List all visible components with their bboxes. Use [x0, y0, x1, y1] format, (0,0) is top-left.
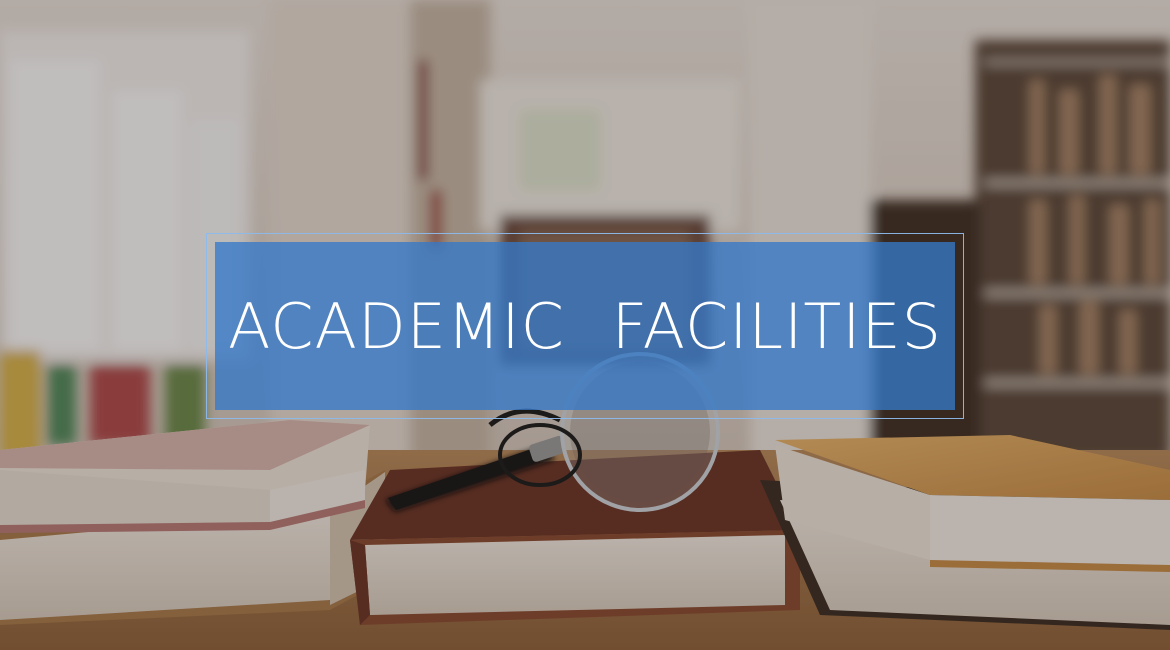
- book-stack-left: [0, 420, 385, 625]
- book-stack-right: [760, 435, 1170, 630]
- title-banner-fill: ACADEMIC FACILITIES: [215, 242, 955, 410]
- page-title: ACADEMIC FACILITIES: [227, 289, 943, 363]
- title-banner: ACADEMIC FACILITIES: [206, 233, 964, 419]
